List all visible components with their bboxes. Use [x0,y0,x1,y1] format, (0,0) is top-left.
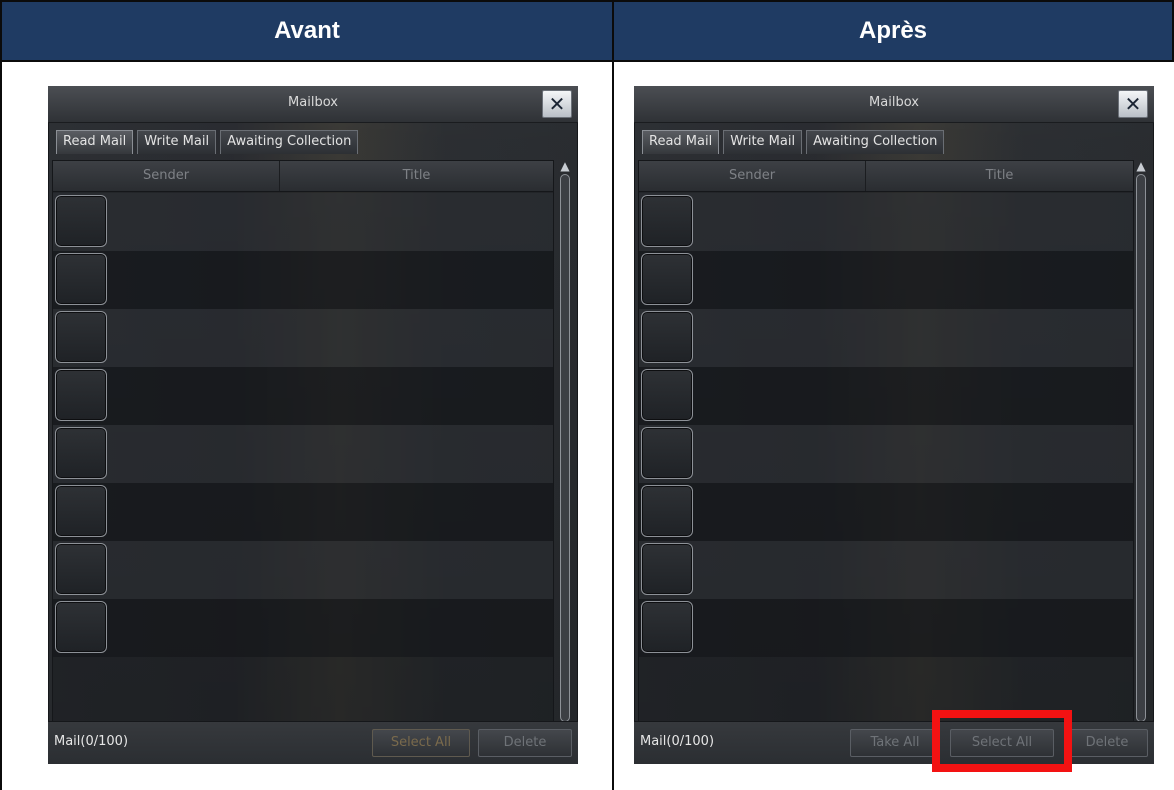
mail-row[interactable] [639,309,1133,367]
header-after: Après [612,0,1174,62]
scroll-up-icon[interactable]: ▲ [558,160,572,172]
tab-awaiting-collection[interactable]: Awaiting Collection [806,130,945,154]
mail-row[interactable] [639,425,1133,483]
mail-row[interactable] [639,483,1133,541]
mail-checkbox[interactable] [641,427,693,479]
mail-checkbox[interactable] [641,195,693,247]
mail-row[interactable] [53,193,553,251]
mailbox-footer: Mail(0/100) Take All Select All Delete [634,721,1154,764]
scroll-thumb[interactable] [560,174,570,722]
mail-checkbox[interactable] [55,311,107,363]
mail-row[interactable] [639,541,1133,599]
mail-row[interactable] [639,367,1133,425]
mail-row[interactable] [53,251,553,309]
mail-checkbox[interactable] [641,485,693,537]
mail-checkbox[interactable] [641,311,693,363]
mail-checkbox[interactable] [55,543,107,595]
mail-row[interactable] [639,193,1133,251]
mail-list: Sender Title [638,160,1134,738]
window-title: Mailbox [869,95,919,110]
mail-checkbox[interactable] [641,543,693,595]
mail-rows [639,193,1133,657]
mail-checkbox[interactable] [641,369,693,421]
close-icon[interactable]: ✕ [542,90,572,118]
tab-bar: Read Mail Write Mail Awaiting Collection [642,130,945,154]
mail-row[interactable] [53,483,553,541]
mail-rows [53,193,553,657]
mail-checkbox[interactable] [641,601,693,653]
tab-write-mail[interactable]: Write Mail [723,130,803,154]
mailbox-window-before: Mailbox ✕ Read Mail Write Mail Awaiting … [48,86,578,764]
mail-row[interactable] [53,309,553,367]
delete-button[interactable]: Delete [1066,729,1148,757]
column-sender[interactable]: Sender [53,161,280,191]
mail-row[interactable] [53,541,553,599]
mail-row[interactable] [53,367,553,425]
take-all-button[interactable]: Take All [850,729,940,757]
mail-count: Mail(0/100) [640,734,715,749]
scroll-thumb[interactable] [1136,174,1146,722]
mail-checkbox[interactable] [55,485,107,537]
left-border [0,62,2,790]
mail-checkbox[interactable] [641,253,693,305]
mailbox-footer: Mail(0/100) Select All Delete [48,721,578,764]
mail-checkbox[interactable] [55,427,107,479]
mail-checkbox[interactable] [55,369,107,421]
mail-row[interactable] [639,599,1133,657]
column-title[interactable]: Title [866,161,1133,191]
mail-list: Sender Title [52,160,554,738]
select-all-button[interactable]: Select All [372,729,470,757]
scrollbar[interactable]: ▲ ▼ [558,160,572,736]
mail-row[interactable] [639,251,1133,309]
tab-awaiting-collection[interactable]: Awaiting Collection [220,130,359,154]
title-bar[interactable]: Mailbox ✕ [48,86,578,123]
tab-write-mail[interactable]: Write Mail [137,130,217,154]
title-bar[interactable]: Mailbox ✕ [634,86,1154,123]
scrollbar[interactable]: ▲ ▼ [1134,160,1148,736]
column-sender[interactable]: Sender [639,161,866,191]
select-all-button[interactable]: Select All [950,729,1054,757]
mail-row[interactable] [53,425,553,483]
close-icon[interactable]: ✕ [1118,90,1148,118]
mail-row[interactable] [53,599,553,657]
window-title: Mailbox [288,95,338,110]
column-header: Sender Title [53,161,553,192]
tab-read-mail[interactable]: Read Mail [642,130,720,154]
column-title[interactable]: Title [280,161,553,191]
column-divider [612,62,614,790]
mail-checkbox[interactable] [55,195,107,247]
scroll-up-icon[interactable]: ▲ [1134,160,1148,172]
mail-count: Mail(0/100) [54,734,129,749]
tab-read-mail[interactable]: Read Mail [56,130,134,154]
mail-checkbox[interactable] [55,253,107,305]
delete-button[interactable]: Delete [478,729,572,757]
mailbox-window-after: Mailbox ✕ Read Mail Write Mail Awaiting … [634,86,1154,764]
tab-bar: Read Mail Write Mail Awaiting Collection [56,130,359,154]
column-header: Sender Title [639,161,1133,192]
mail-checkbox[interactable] [55,601,107,653]
header-before: Avant [0,0,614,62]
